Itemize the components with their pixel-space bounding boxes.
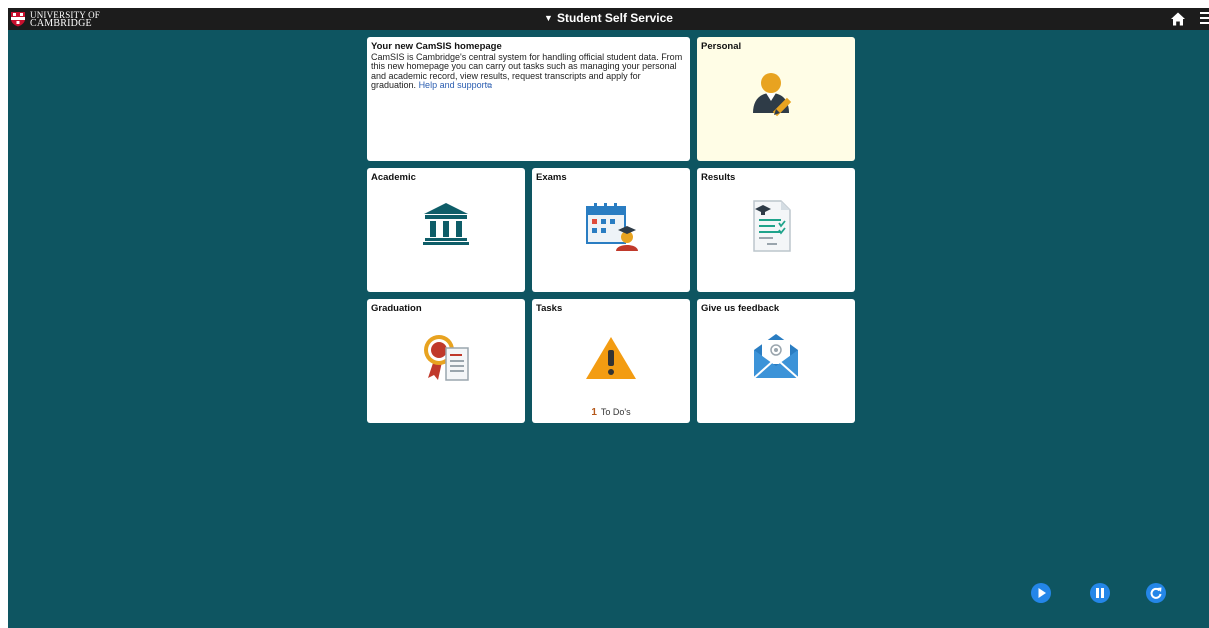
envelope-icon bbox=[753, 334, 799, 379]
page-title[interactable]: ▼ Student Self Service bbox=[8, 11, 1209, 25]
help-support-link-text: Help and support bbox=[418, 80, 488, 91]
tile-academic[interactable]: Academic bbox=[367, 168, 525, 292]
todo-count: 1 To Do's bbox=[532, 407, 690, 418]
tile-graduation-title: Graduation bbox=[371, 303, 422, 314]
external-link-icon: ⧉ bbox=[487, 83, 493, 91]
replay-button[interactable] bbox=[1146, 583, 1166, 603]
play-button[interactable] bbox=[1031, 583, 1051, 603]
tile-feedback[interactable]: Give us feedback bbox=[697, 299, 855, 423]
tile-results-title: Results bbox=[701, 172, 736, 183]
tile-exams-title: Exams bbox=[536, 172, 567, 183]
intro-title: Your new CamSIS homepage bbox=[371, 41, 502, 52]
intro-tile: Your new CamSIS homepage CamSIS is Cambr… bbox=[367, 37, 690, 161]
tile-academic-title: Academic bbox=[371, 172, 416, 183]
replay-icon bbox=[1150, 587, 1162, 599]
home-icon[interactable] bbox=[1170, 11, 1186, 27]
top-bar: UNIVERSITY OF CAMBRIDGE ▼ Student Self Se… bbox=[8, 8, 1209, 30]
results-document-icon bbox=[753, 200, 791, 252]
page-title-text: Student Self Service bbox=[556, 11, 673, 25]
intro-body: CamSIS is Cambridge's central system for… bbox=[371, 52, 683, 92]
pause-button[interactable] bbox=[1090, 583, 1110, 603]
tile-personal-title: Personal bbox=[701, 41, 742, 52]
page-frame: UNIVERSITY OF CAMBRIDGE ▼ Student Self Se… bbox=[8, 8, 1209, 628]
pause-icon bbox=[1096, 588, 1104, 598]
todo-count-label: To Do's bbox=[600, 407, 631, 417]
tile-feedback-title: Give us feedback bbox=[701, 303, 780, 314]
help-support-link[interactable]: Help and support⧉ bbox=[418, 80, 493, 91]
calendar-graduate-icon bbox=[586, 203, 638, 251]
tile-tasks-title: Tasks bbox=[536, 303, 563, 314]
hamburger-menu-icon[interactable] bbox=[1200, 12, 1209, 26]
tile-tasks[interactable]: Tasks 1 To Do's bbox=[532, 299, 690, 423]
tile-results[interactable]: Results bbox=[697, 168, 855, 292]
tile-exams[interactable]: Exams bbox=[532, 168, 690, 292]
award-certificate-icon bbox=[424, 335, 469, 381]
institution-icon bbox=[423, 203, 469, 245]
play-icon bbox=[1038, 588, 1046, 598]
warning-icon bbox=[586, 337, 636, 379]
person-edit-icon bbox=[753, 73, 792, 117]
dropdown-caret-icon: ▼ bbox=[544, 13, 553, 23]
tile-personal[interactable]: Personal bbox=[697, 37, 855, 161]
tile-graduation[interactable]: Graduation bbox=[367, 299, 525, 423]
todo-count-number: 1 bbox=[591, 407, 597, 418]
